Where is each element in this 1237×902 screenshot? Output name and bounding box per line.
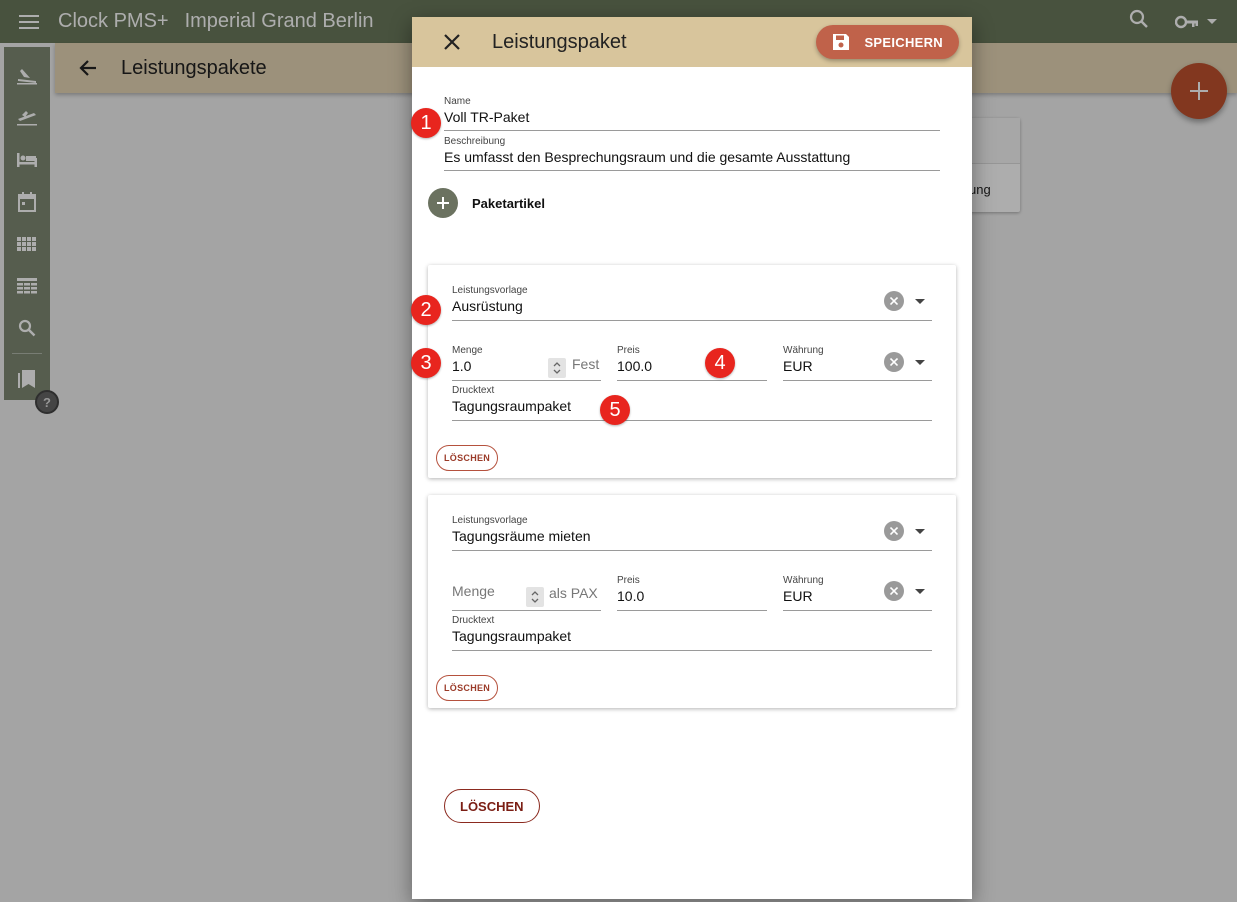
print-text-label: Drucktext xyxy=(452,385,495,396)
currency-field[interactable]: Währung EUR xyxy=(783,345,932,381)
description-field[interactable]: Beschreibung Es umfasst den Besprechungs… xyxy=(444,136,940,171)
template-field[interactable]: Leistungsvorlage Tagungsräume mieten xyxy=(452,515,932,551)
add-package-item-label: Paketartikel xyxy=(472,195,545,211)
print-text-label: Drucktext xyxy=(452,615,495,626)
quantity-suffix: als PAX xyxy=(549,585,598,601)
currency-field[interactable]: Währung EUR xyxy=(783,575,932,611)
clear-template-icon[interactable] xyxy=(884,521,904,541)
package-item-card: Leistungsvorlage Tagungsräume mieten Men… xyxy=(428,495,956,708)
annotation-marker: 1 xyxy=(411,108,441,138)
print-text-value: Tagungsraumpaket xyxy=(452,398,572,414)
name-label: Name xyxy=(444,96,471,107)
clear-currency-icon[interactable] xyxy=(884,352,904,372)
template-label: Leistungsvorlage xyxy=(452,285,528,296)
name-field[interactable]: Name Voll TR-Paket xyxy=(444,96,940,131)
add-icon[interactable] xyxy=(428,188,458,218)
template-dropdown-icon[interactable] xyxy=(915,529,925,534)
annotation-marker: 3 xyxy=(411,348,441,378)
print-text-value: Tagungsraumpaket xyxy=(452,628,572,644)
name-value: Voll TR-Paket xyxy=(444,109,530,125)
annotation-marker: 2 xyxy=(411,295,441,325)
dialog-title: Leistungspaket xyxy=(492,30,627,53)
currency-dropdown-icon[interactable] xyxy=(915,589,925,594)
annotation-marker: 4 xyxy=(705,348,735,378)
price-field[interactable]: Preis 10.0 xyxy=(617,575,767,611)
delete-item-label: LÖSCHEN xyxy=(444,683,491,693)
template-value: Ausrüstung xyxy=(452,298,523,314)
add-package-item[interactable]: Paketartikel xyxy=(428,188,545,218)
template-dropdown-icon[interactable] xyxy=(915,299,925,304)
currency-label: Währung xyxy=(783,345,824,356)
delete-item-button[interactable]: LÖSCHEN xyxy=(436,675,499,701)
price-label: Preis xyxy=(617,575,640,586)
delete-item-label: LÖSCHEN xyxy=(444,453,491,463)
package-item-card: Leistungsvorlage Ausrüstung Menge 1.0 Fe… xyxy=(428,265,956,478)
price-value: 100.0 xyxy=(617,358,653,374)
clear-template-icon[interactable] xyxy=(884,291,904,311)
clear-currency-icon[interactable] xyxy=(884,581,904,601)
currency-value: EUR xyxy=(783,358,813,374)
price-label: Preis xyxy=(617,345,640,356)
price-field[interactable]: Preis 100.0 xyxy=(617,345,767,381)
save-button-label: SPEICHERN xyxy=(864,34,943,50)
annotation-marker: 5 xyxy=(600,395,630,425)
currency-value: EUR xyxy=(783,588,813,604)
description-label: Beschreibung xyxy=(444,136,506,147)
quantity-suffix: Fest xyxy=(572,356,600,372)
price-value: 10.0 xyxy=(617,588,645,604)
dialog-header: Leistungspaket SPEICHERN xyxy=(412,17,972,67)
save-icon xyxy=(833,34,850,50)
print-text-field[interactable]: Drucktext Tagungsraumpaket xyxy=(452,615,932,651)
save-button[interactable]: SPEICHERN xyxy=(816,25,959,59)
close-icon[interactable] xyxy=(412,17,492,67)
template-field[interactable]: Leistungsvorlage Ausrüstung xyxy=(452,285,932,321)
description-value: Es umfasst den Besprechungsraum und die … xyxy=(444,149,851,165)
quantity-stepper[interactable] xyxy=(548,358,566,378)
template-value: Tagungsräume mieten xyxy=(452,528,591,544)
package-dialog: Leistungspaket SPEICHERN Name Voll TR-Pa… xyxy=(412,17,972,899)
print-text-field[interactable]: Drucktext Tagungsraumpaket xyxy=(452,385,932,421)
delete-item-button[interactable]: LÖSCHEN xyxy=(436,445,499,471)
template-label: Leistungsvorlage xyxy=(452,515,528,526)
quantity-stepper[interactable] xyxy=(526,587,544,607)
currency-label: Währung xyxy=(783,575,824,586)
delete-package-button[interactable]: LÖSCHEN xyxy=(444,789,540,823)
currency-dropdown-icon[interactable] xyxy=(915,360,925,365)
delete-package-label: LÖSCHEN xyxy=(460,798,524,814)
